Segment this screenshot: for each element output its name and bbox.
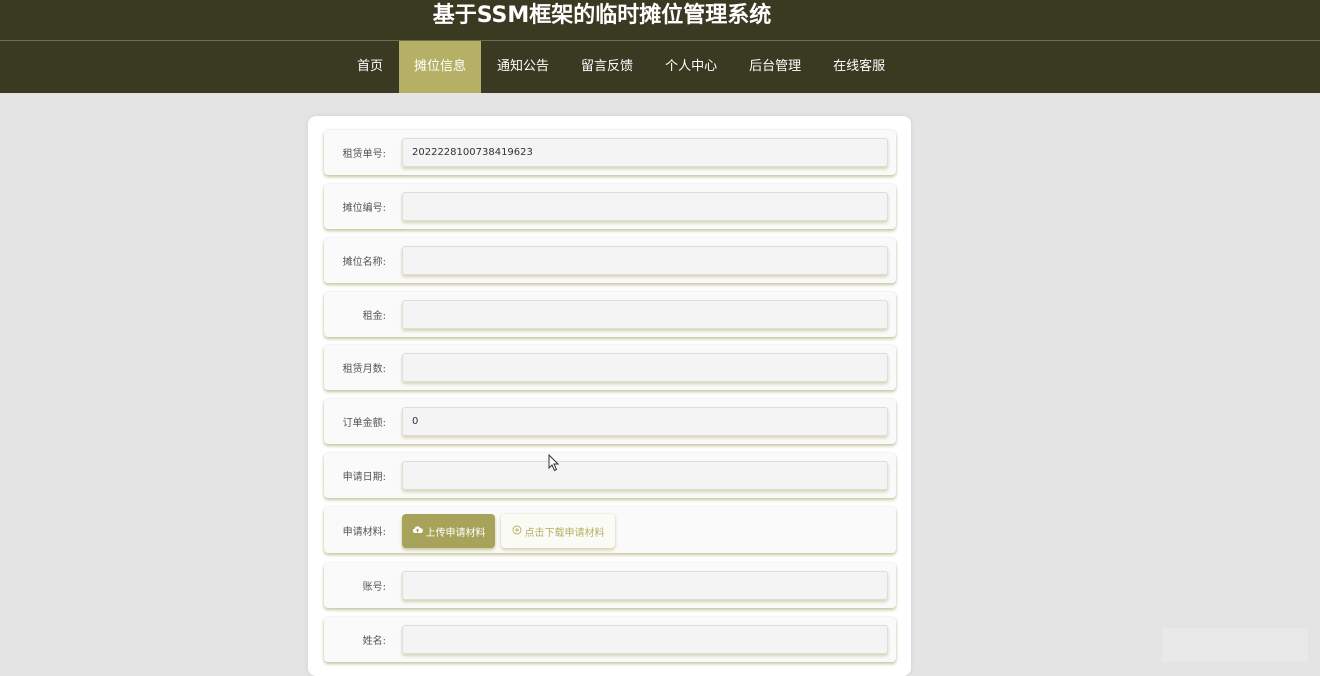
plus-circle-icon xyxy=(512,525,522,538)
nav-item-notices[interactable]: 通知公告 xyxy=(481,41,565,93)
download-materials-label: 点击下载申请材料 xyxy=(524,527,605,539)
nav-item-stall-info[interactable]: 摊位信息 xyxy=(399,41,482,93)
download-materials-button[interactable]: 点击下载申请材料 xyxy=(501,514,615,548)
main-nav: 首页 摊位信息 通知公告 留言反馈 个人中心 后台管理 在线客服 xyxy=(341,41,901,93)
form-row-stall-name: 摊位名称: xyxy=(324,238,896,283)
stall-name-input[interactable] xyxy=(402,246,888,275)
header: 基于SSM框架的临时摊位管理系统 首页 摊位信息 通知公告 留言反馈 个人中心 … xyxy=(0,0,1320,93)
nav-item-admin[interactable]: 后台管理 xyxy=(733,41,817,93)
nav-item-support[interactable]: 在线客服 xyxy=(817,41,901,93)
form-row-amount: 订单金额: xyxy=(324,399,896,444)
form-row-materials: 申请材料: 上传申请材料 点击下载申请材料 xyxy=(324,507,896,553)
name-input[interactable] xyxy=(402,625,888,654)
rental-no-label: 租赁单号: xyxy=(342,149,386,160)
account-input[interactable] xyxy=(402,571,888,600)
site-title: 基于SSM框架的临时摊位管理系统 xyxy=(432,3,772,28)
upload-materials-button[interactable]: 上传申请材料 xyxy=(402,514,495,548)
rent-label: 租金: xyxy=(362,311,386,322)
corner-placeholder xyxy=(1162,628,1308,662)
nav-item-feedback[interactable]: 留言反馈 xyxy=(565,41,649,93)
apply-date-label: 申请日期: xyxy=(342,472,386,483)
name-label: 姓名: xyxy=(362,636,386,647)
form-row-months: 租赁月数: xyxy=(324,345,896,390)
account-label: 账号: xyxy=(362,582,386,593)
rent-input[interactable] xyxy=(402,300,888,329)
nav-item-home[interactable]: 首页 xyxy=(341,41,399,93)
rental-no-input[interactable] xyxy=(402,138,888,167)
cloud-upload-icon xyxy=(412,525,423,537)
materials-label: 申请材料: xyxy=(342,526,386,538)
form-row-apply-date: 申请日期: xyxy=(324,453,896,498)
form-row-rental-no: 租赁单号: xyxy=(324,130,896,175)
form-row-name: 姓名: xyxy=(324,617,896,662)
form-row-stall-no: 摊位编号: xyxy=(324,184,896,229)
amount-input[interactable] xyxy=(402,407,888,436)
stall-no-input[interactable] xyxy=(402,192,888,221)
months-label: 租赁月数: xyxy=(342,364,386,375)
mouse-pointer-icon xyxy=(548,453,560,472)
months-input[interactable] xyxy=(402,353,888,382)
amount-label: 订单金额: xyxy=(342,418,386,429)
stall-no-label: 摊位编号: xyxy=(342,203,386,214)
form-row-account: 账号: xyxy=(324,563,896,608)
apply-date-input[interactable] xyxy=(402,461,888,490)
upload-materials-label: 上传申请材料 xyxy=(425,527,486,539)
rental-form-card: 租赁单号: 摊位编号: 摊位名称: 租金: 租赁月数: 订单金额: 申请日期: … xyxy=(308,116,911,676)
nav-item-profile[interactable]: 个人中心 xyxy=(649,41,733,93)
stall-name-label: 摊位名称: xyxy=(342,257,386,268)
form-row-rent: 租金: xyxy=(324,292,896,337)
